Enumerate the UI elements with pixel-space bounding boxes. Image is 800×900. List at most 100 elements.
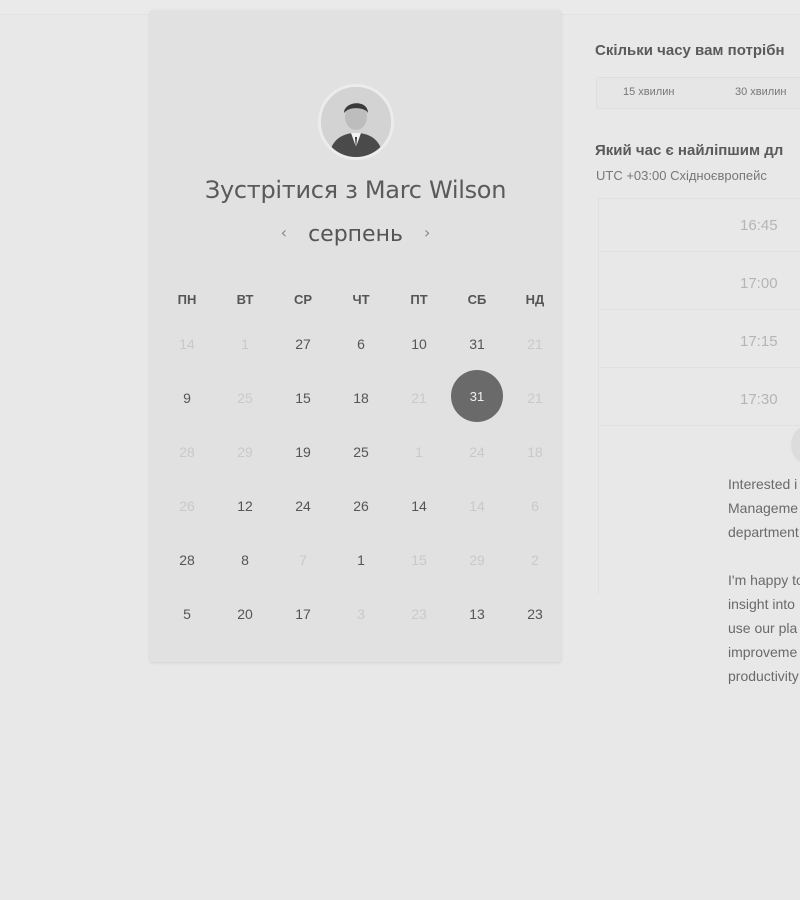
calendar-day: 1: [390, 425, 448, 479]
calendar-day-label: 18: [353, 390, 369, 406]
time-slot[interactable]: 17:00: [599, 257, 800, 310]
time-slot-label: 17:30: [740, 391, 778, 408]
calendar-day: 2: [506, 533, 564, 587]
time-slot[interactable]: 16:45: [599, 199, 800, 252]
calendar-day-label: 31: [469, 336, 485, 352]
calendar-day[interactable]: 5: [158, 587, 216, 641]
calendar-day[interactable]: 19: [274, 425, 332, 479]
weekday-label: ЧТ: [352, 292, 370, 307]
calendar-day-label: 7: [299, 552, 307, 568]
calendar-day: 18: [506, 425, 564, 479]
time-slot-label: 16:45: [740, 217, 778, 234]
month-label: серпень: [308, 222, 403, 247]
calendar-day-selected[interactable]: 31: [448, 370, 506, 425]
calendar-day[interactable]: 28: [158, 533, 216, 587]
calendar-card: Зустрітися з Marc Wilson ‹ серпень › ПН …: [150, 10, 561, 662]
calendar-day-label: 15: [295, 390, 311, 406]
calendar-day-label: 31: [451, 370, 503, 422]
calendar-day[interactable]: 14: [390, 479, 448, 533]
calendar-day-label: 8: [241, 552, 249, 568]
description-line: department: [728, 524, 799, 540]
duration-question: Скільки часу вам потрібн: [595, 42, 785, 59]
duration-selector: 15 хвилин 30 хвилин: [596, 77, 800, 109]
calendar-day[interactable]: 31: [448, 317, 506, 371]
calendar-day-label: 14: [469, 498, 485, 514]
calendar-day-label: 6: [357, 336, 365, 352]
duration-option-30[interactable]: 30 хвилин: [735, 86, 786, 98]
calendar-day-label: 21: [527, 336, 543, 352]
time-question: Який час є найліпшим дл: [595, 142, 784, 159]
calendar-day: 7: [274, 533, 332, 587]
description-line: insight into: [728, 596, 795, 612]
calendar-day-label: 29: [237, 444, 253, 460]
weekday-label: ПН: [177, 292, 197, 307]
calendar-day-label: 27: [295, 336, 311, 352]
weekday-label: СБ: [467, 292, 487, 307]
weekday-label: СР: [293, 292, 313, 307]
calendar-day-label: 25: [353, 444, 369, 460]
calendar-day-label: 1: [357, 552, 365, 568]
calendar-day[interactable]: 9: [158, 371, 216, 425]
calendar-day: 23: [390, 587, 448, 641]
calendar-day-label: 25: [237, 390, 253, 406]
calendar-day[interactable]: 20: [216, 587, 274, 641]
weekday-label: ВТ: [236, 292, 254, 307]
calendar-day-label: 1: [241, 336, 249, 352]
calendar-day-label: 29: [469, 552, 485, 568]
calendar-day: 26: [158, 479, 216, 533]
description-line: I'm happy to: [728, 572, 800, 588]
calendar-day[interactable]: 26: [332, 479, 390, 533]
month-navigation: ‹ серпень ›: [150, 222, 561, 247]
calendar-day[interactable]: 18: [332, 371, 390, 425]
calendar-day-label: 13: [469, 606, 485, 622]
duration-option-15[interactable]: 15 хвилин: [623, 86, 674, 98]
description-paragraph: Interested i Manageme department: [728, 472, 800, 544]
calendar-day: 29: [448, 533, 506, 587]
calendar-day-label: 14: [179, 336, 195, 352]
page-title: Зустрітися з Marc Wilson: [204, 176, 507, 204]
calendar-day-label: 6: [531, 498, 539, 514]
calendar-day[interactable]: 10: [390, 317, 448, 371]
weekday-label: НД: [525, 292, 545, 307]
calendar-day: 24: [448, 425, 506, 479]
calendar-day-label: 12: [237, 498, 253, 514]
timezone-selector[interactable]: UTC +03:00 Східноєвропейс: [596, 168, 767, 183]
calendar-day-label: 19: [295, 444, 311, 460]
calendar-day[interactable]: 13: [448, 587, 506, 641]
calendar-day-label: 17: [295, 606, 311, 622]
calendar-day: 14: [448, 479, 506, 533]
calendar-day[interactable]: 12: [216, 479, 274, 533]
calendar-day[interactable]: 15: [274, 371, 332, 425]
calendar-day-label: 3: [357, 606, 365, 622]
description-line: productivity: [728, 668, 799, 684]
calendar-day-label: 24: [469, 444, 485, 460]
chevron-left-icon[interactable]: ‹: [267, 223, 301, 242]
calendar-day: 6: [506, 479, 564, 533]
calendar-day: 3: [332, 587, 390, 641]
calendar-day-label: 1: [415, 444, 423, 460]
calendar-day-label: 23: [527, 606, 543, 622]
calendar-day-label: 23: [411, 606, 427, 622]
calendar-day-label: 14: [411, 498, 427, 514]
time-slot[interactable]: 17:30: [599, 373, 800, 426]
calendar-day[interactable]: 27: [274, 317, 332, 371]
calendar-day[interactable]: 17: [274, 587, 332, 641]
description-line: Manageme: [728, 500, 799, 516]
calendar-grid: 14 1 27 6 10 31 21 9 25 15 18 21 31 21 28 29 19 25 1 24 18 26…: [158, 317, 564, 641]
calendar-day[interactable]: 8: [216, 533, 274, 587]
calendar-day-label: 5: [183, 606, 191, 622]
calendar-day[interactable]: 6: [332, 317, 390, 371]
calendar-day[interactable]: 24: [274, 479, 332, 533]
chevron-right-icon[interactable]: ›: [410, 223, 444, 242]
description-line: use our pla: [728, 620, 798, 636]
weekday-header: ПН ВТ СР ЧТ ПТ СБ НД: [158, 292, 556, 307]
time-slot[interactable]: 17:15: [599, 315, 800, 368]
calendar-day[interactable]: 25: [332, 425, 390, 479]
calendar-day[interactable]: 1: [332, 533, 390, 587]
calendar-day-label: 2: [531, 552, 539, 568]
description-line: Interested i: [728, 476, 798, 492]
avatar: [318, 84, 394, 160]
calendar-day-label: 10: [411, 336, 427, 352]
calendar-day[interactable]: 23: [506, 587, 564, 641]
calendar-day-label: 21: [527, 390, 543, 406]
